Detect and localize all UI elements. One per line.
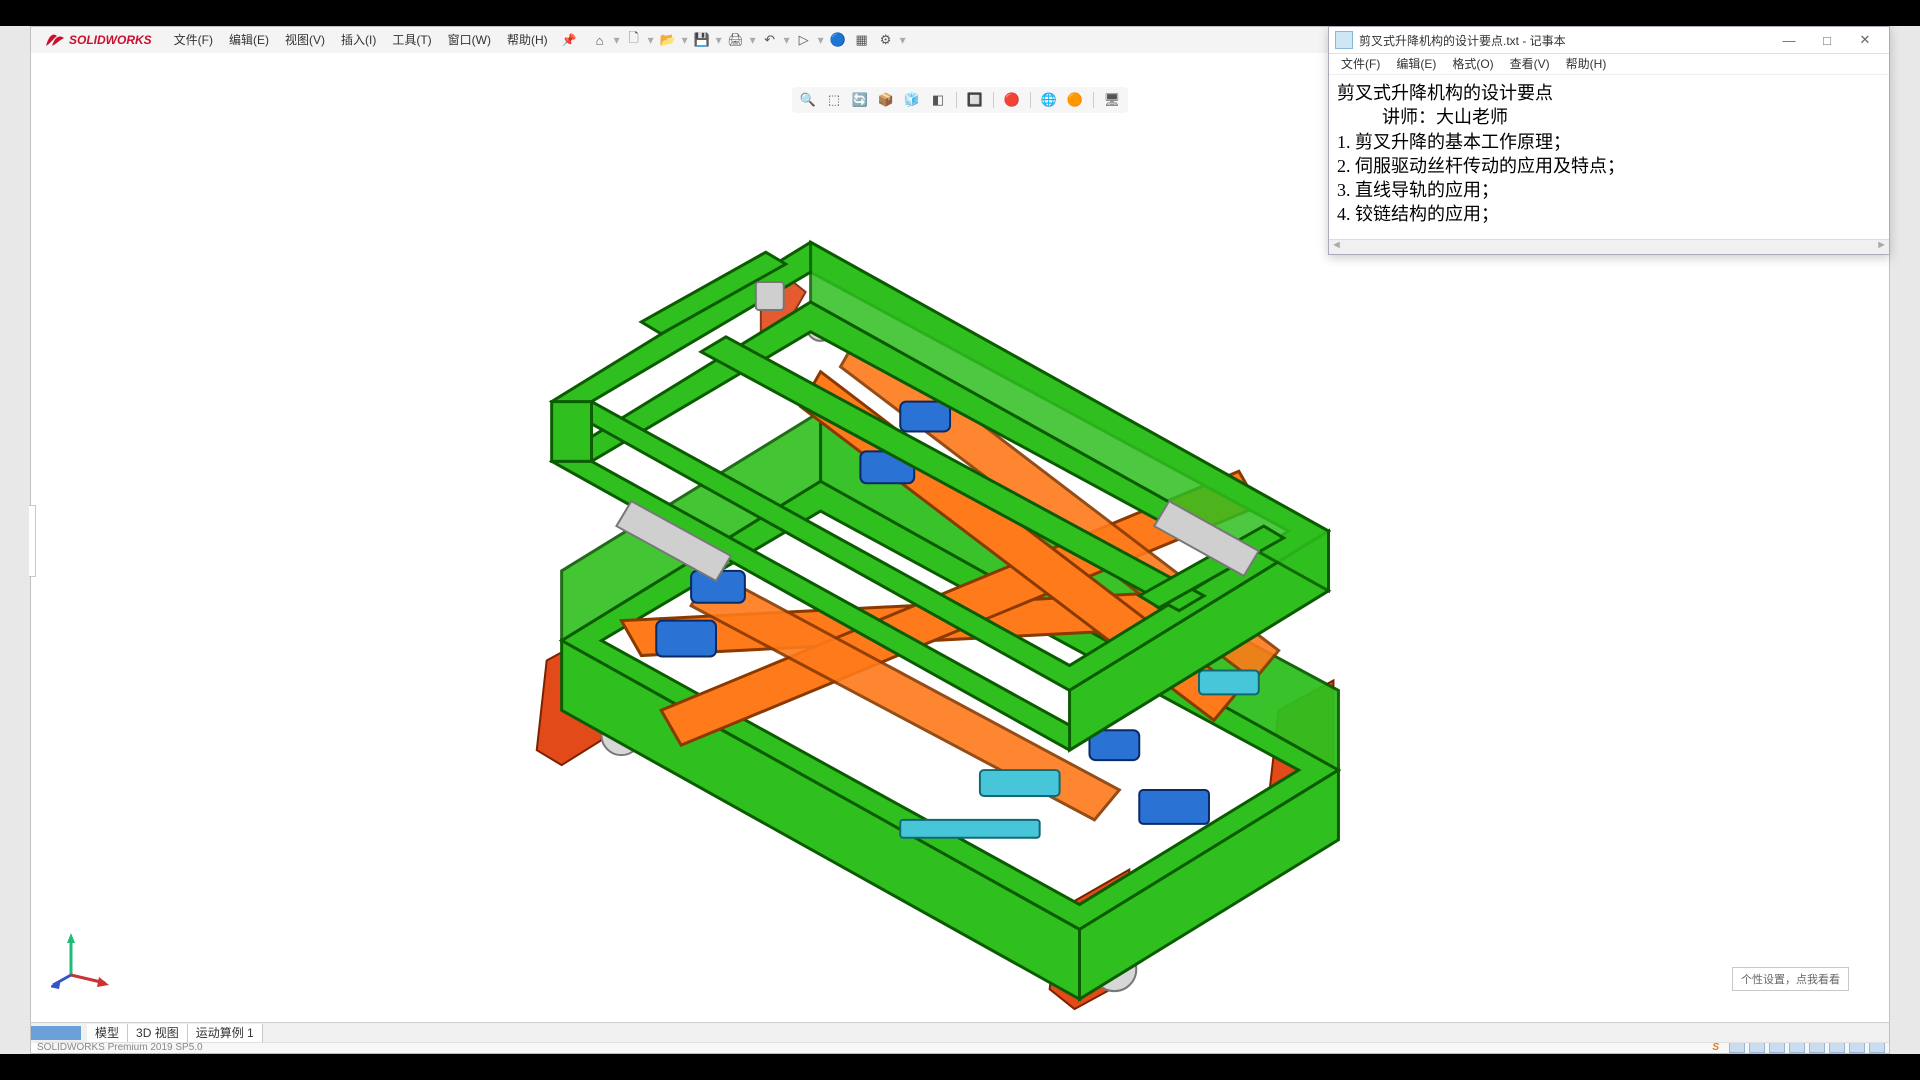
menu-1[interactable]: 编辑(E) <box>221 27 277 53</box>
minimize-button[interactable]: — <box>1771 30 1807 50</box>
quick-access-toolbar: ⌂▾ 🗋▾ 📂▾ 💾▾ 🖨▾ ↶▾ ▷▾ 🔵 ▦ ⚙▾ <box>589 29 907 51</box>
bottom-tab-1[interactable]: 3D 视图 <box>128 1024 188 1042</box>
solidworks-logo-icon <box>45 32 65 48</box>
select-icon[interactable]: ▷ <box>793 29 815 51</box>
view-orientation-icon[interactable]: 🧊 <box>902 90 922 110</box>
previous-view-icon[interactable]: 🔄 <box>850 90 870 110</box>
notepad-app-icon <box>1335 31 1353 49</box>
personal-settings-button[interactable]: 个性设置，点我看看 <box>1732 967 1849 991</box>
menu-4[interactable]: 工具(T) <box>384 27 439 53</box>
display-style-icon[interactable]: ◧ <box>928 90 948 110</box>
solidworks-logo: SOLIDWORKS <box>31 32 166 48</box>
triad-icon <box>51 929 111 989</box>
notepad-title-text: 剪叉式升降机构的设计要点.txt - 记事本 <box>1359 32 1771 49</box>
bottom-tabbar: 模型3D 视图运动算例 1 <box>31 1022 1889 1043</box>
note-item-4: 4. 铰链结构的应用； <box>1337 202 1881 226</box>
close-button[interactable]: ✕ <box>1847 30 1883 50</box>
pin-icon[interactable]: 📌 <box>562 33 577 47</box>
view-settings-icon[interactable]: 🟠 <box>1065 90 1085 110</box>
feature-tree-handle[interactable] <box>29 505 36 577</box>
note-item-1: 1. 剪叉升降的基本工作原理； <box>1337 130 1881 154</box>
zoom-window-icon[interactable]: ⬚ <box>824 90 844 110</box>
section-view-icon[interactable]: 📦 <box>876 90 896 110</box>
letterbox-bottom <box>0 1054 1920 1080</box>
undo-icon[interactable]: ↶ <box>759 29 781 51</box>
menu-6[interactable]: 帮助(H) <box>499 27 556 53</box>
options-icon[interactable]: ▦ <box>851 29 873 51</box>
apply-scene-icon[interactable]: 🌐 <box>1039 90 1059 110</box>
notepad-h-scrollbar[interactable] <box>1329 239 1889 254</box>
status-bar: SOLIDWORKS Premium 2019 SP5.0 S <box>37 1042 1889 1053</box>
status-text: SOLIDWORKS Premium 2019 SP5.0 <box>37 1042 203 1053</box>
notepad-text-area[interactable]: 剪叉式升降机构的设计要点 讲师：大山老师 1. 剪叉升降的基本工作原理；2. 伺… <box>1329 75 1889 239</box>
bottom-tab-0[interactable]: 模型 <box>87 1024 128 1042</box>
rebuild-icon[interactable]: 🔵 <box>827 29 849 51</box>
menu-2[interactable]: 视图(V) <box>277 27 333 53</box>
letterbox-top <box>0 0 1920 26</box>
timeline-scroller[interactable] <box>31 1026 81 1040</box>
notepad-menu-0[interactable]: 文件(F) <box>1333 54 1388 74</box>
ime-indicator: S <box>1712 1043 1719 1053</box>
maximize-button[interactable]: □ <box>1809 30 1845 50</box>
notepad-titlebar[interactable]: 剪叉式升降机构的设计要点.txt - 记事本 — □ ✕ <box>1329 27 1889 54</box>
note-item-3: 3. 直线导轨的应用； <box>1337 178 1881 202</box>
notepad-menu-1[interactable]: 编辑(E) <box>1388 54 1444 74</box>
menu-5[interactable]: 窗口(W) <box>440 27 499 53</box>
notepad-window: 剪叉式升降机构的设计要点.txt - 记事本 — □ ✕ 文件(F)编辑(E)格… <box>1328 26 1890 255</box>
notepad-menu-2[interactable]: 格式(O) <box>1444 54 1501 74</box>
note-heading: 剪叉式升降机构的设计要点 <box>1337 81 1881 105</box>
bottom-tab-2[interactable]: 运动算例 1 <box>188 1024 263 1042</box>
save-icon[interactable]: 💾 <box>691 29 713 51</box>
print-icon[interactable]: 🖨 <box>725 29 747 51</box>
heads-up-toolbar: 🔍 ⬚ 🔄 📦 🧊 ◧ 🔲 🔴 🌐 🟠 🖥 <box>792 87 1128 113</box>
menu-3[interactable]: 插入(I) <box>333 27 384 53</box>
note-item-2: 2. 伺服驱动丝杆传动的应用及特点； <box>1337 154 1881 178</box>
new-icon[interactable]: 🗋 <box>623 29 645 51</box>
note-subtitle: 讲师：大山老师 <box>1337 105 1881 129</box>
menu-0[interactable]: 文件(F) <box>166 27 221 53</box>
open-icon[interactable]: 📂 <box>657 29 679 51</box>
render-icon[interactable]: 🖥 <box>1102 90 1122 110</box>
notepad-menu-4[interactable]: 帮助(H) <box>1558 54 1615 74</box>
hide-show-icon[interactable]: 🔲 <box>965 90 985 110</box>
status-right-icons <box>1729 1042 1885 1053</box>
edit-appearance-icon[interactable]: 🔴 <box>1002 90 1022 110</box>
home-icon[interactable]: ⌂ <box>589 29 611 51</box>
notepad-menu-3[interactable]: 查看(V) <box>1502 54 1558 74</box>
zoom-fit-icon[interactable]: 🔍 <box>798 90 818 110</box>
notepad-menubar: 文件(F)编辑(E)格式(O)查看(V)帮助(H) <box>1329 54 1889 75</box>
settings-icon[interactable]: ⚙ <box>875 29 897 51</box>
solidworks-brand: SOLIDWORKS <box>69 33 152 47</box>
